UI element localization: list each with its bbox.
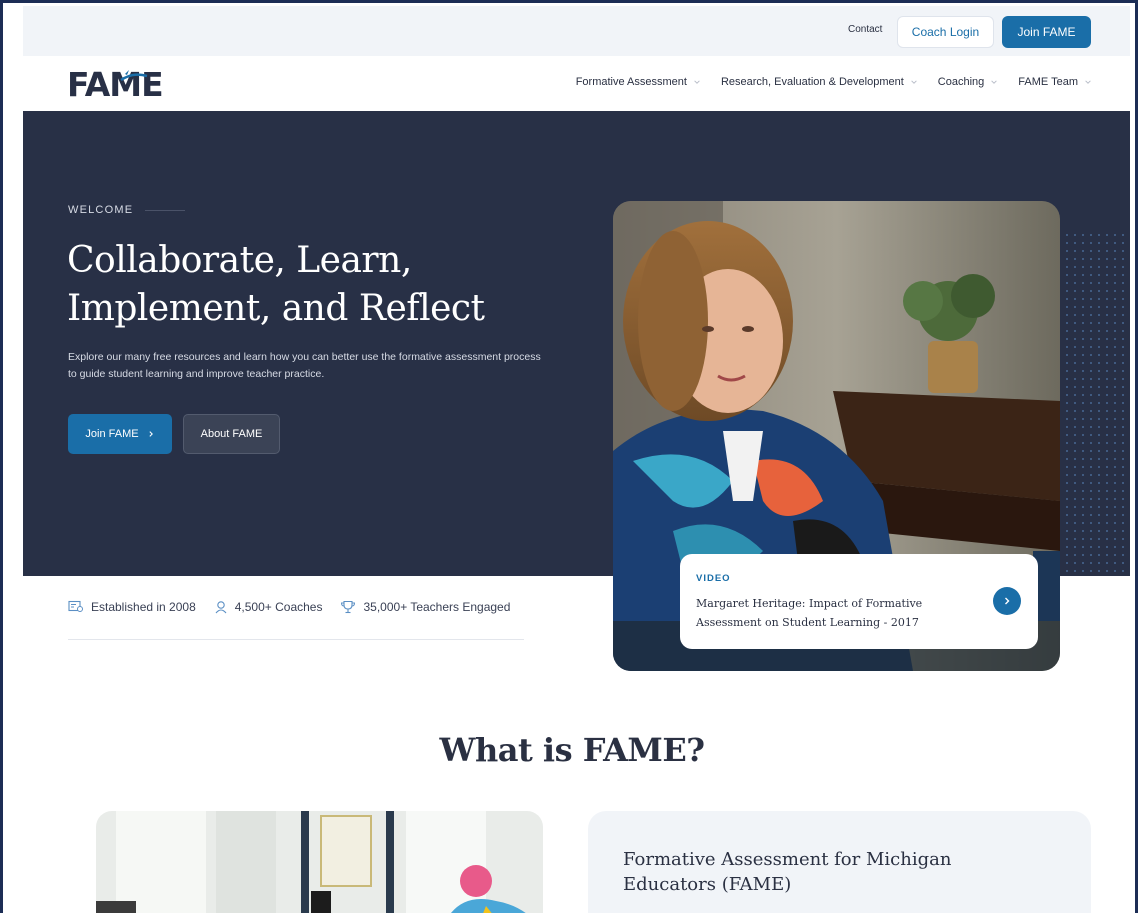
svg-text:FAME: FAME: [67, 66, 163, 100]
fame-info-card: Formative Assessment for Michigan Educat…: [588, 811, 1091, 913]
stat-label: 35,000+ Teachers Engaged: [363, 600, 511, 614]
section-title: What is FAME?: [439, 731, 705, 769]
video-info-card[interactable]: VIDEO Margaret Heritage: Impact of Forma…: [680, 554, 1038, 649]
stat-label: Established in 2008: [91, 600, 196, 614]
about-fame-button[interactable]: About FAME: [183, 414, 280, 454]
chevron-down-icon: [911, 80, 917, 84]
play-button[interactable]: [993, 587, 1021, 615]
classroom-image: [96, 811, 543, 913]
join-fame-hero-button[interactable]: Join FAME: [68, 414, 172, 454]
hero-description: Explore our many free resources and lear…: [68, 351, 541, 380]
dot-pattern-decoration: [1063, 231, 1130, 576]
featured-video[interactable]: VIDEO Margaret Heritage: Impact of Forma…: [613, 201, 1060, 671]
stat-label: 4,500+ Coaches: [234, 600, 323, 614]
nav-item-research[interactable]: Research, Evaluation & Development: [721, 76, 918, 88]
eyebrow-label: WELCOME: [68, 204, 134, 216]
chevron-down-icon: [1085, 80, 1091, 84]
stat-coaches: 4,500+ Coaches: [214, 600, 323, 614]
hero-title: Collaborate, Learn, Implement, and Refle…: [67, 240, 485, 329]
hero-eyebrow: WELCOME: [68, 204, 186, 216]
user-icon: [215, 601, 227, 614]
chevron-down-icon: [991, 80, 998, 84]
utility-bar: Contact Coach Login Join FAME: [23, 6, 1130, 56]
video-tag: VIDEO: [696, 573, 731, 584]
nav-menu: Formative Assessment Research, Evaluatio…: [576, 76, 1092, 88]
certificate-icon: [68, 600, 83, 612]
nav-item-formative-assessment[interactable]: Formative Assessment: [576, 76, 701, 88]
chevron-right-icon: [1005, 597, 1010, 605]
coach-login-button[interactable]: Coach Login: [897, 16, 994, 48]
join-fame-label: Join FAME: [85, 428, 139, 440]
nav-item-label: Formative Assessment: [575, 76, 687, 88]
video-title[interactable]: Margaret Heritage: Impact of Formative A…: [696, 594, 956, 632]
stat-teachers: 35,000+ Teachers Engaged: [340, 600, 510, 614]
stats-divider: [68, 639, 524, 640]
nav-item-label: FAME Team: [1018, 76, 1078, 88]
eyebrow-divider: [145, 209, 186, 211]
join-fame-header-button[interactable]: Join FAME: [1002, 16, 1091, 48]
info-card-title: Formative Assessment for Michigan Educat…: [623, 849, 952, 895]
chevron-right-icon: [149, 431, 153, 437]
fame-logo[interactable]: FAME: [67, 66, 167, 100]
nav-item-fame-team[interactable]: FAME Team: [1018, 76, 1092, 88]
main-navbar: FAME Formative Assessment Research, Eval…: [23, 56, 1130, 111]
stat-established: Established in 2008: [68, 600, 196, 614]
stats-row: Established in 2008 4,500+ Coaches 35,00…: [68, 600, 510, 614]
nav-item-label: Coaching: [937, 76, 985, 88]
trophy-icon: [341, 600, 356, 614]
contact-link[interactable]: Contact: [848, 24, 882, 35]
nav-item-label: Research, Evaluation & Development: [720, 76, 904, 88]
chevron-down-icon: [694, 80, 700, 84]
page-frame: Contact Coach Login Join FAME FAME Forma…: [0, 0, 1138, 913]
classroom-photo: [96, 811, 543, 913]
nav-item-coaching[interactable]: Coaching: [938, 76, 998, 88]
